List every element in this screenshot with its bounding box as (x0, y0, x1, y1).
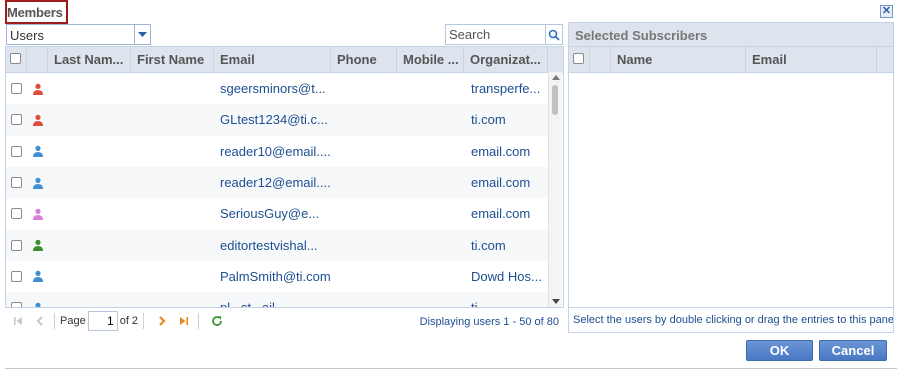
search-input[interactable] (445, 24, 546, 45)
column-header-spacer (548, 47, 563, 73)
ok-button[interactable]: OK (746, 340, 813, 361)
last-page-icon[interactable] (175, 312, 193, 330)
search-button[interactable] (546, 24, 563, 45)
dialog-bottom-border (5, 368, 897, 369)
row-organization: transperfe... (471, 81, 541, 97)
members-grid: Last Nam... First Name Email Phone Mobil… (5, 46, 564, 333)
row-checkbox-cell[interactable] (6, 208, 27, 220)
table-row[interactable]: reader10@email.... email.com (6, 136, 549, 167)
chevron-down-icon[interactable] (134, 25, 150, 44)
selected-subscribers-hint: Select the users by double clicking or d… (569, 307, 893, 332)
scroll-up-icon[interactable] (552, 75, 560, 80)
row-email: editortestvishal... (220, 237, 318, 253)
row-checkbox[interactable] (11, 239, 22, 251)
members-grid-body: sgeersminors@t... transperfe... GLtest1234… (6, 73, 549, 324)
table-row[interactable]: SeriousGuy@e... email.com (6, 198, 549, 229)
row-checkbox[interactable] (11, 270, 22, 282)
row-email: PalmSmith@ti.com (220, 268, 331, 284)
scroll-thumb[interactable] (552, 85, 558, 115)
selected-subscribers-title: Selected Subscribers (569, 23, 893, 47)
column-header-last-name[interactable]: Last Nam... (48, 47, 131, 73)
refresh-icon[interactable] (208, 312, 226, 330)
cancel-button[interactable]: Cancel (819, 340, 887, 361)
table-row[interactable]: GLtest1234@ti.c... ti.com (6, 104, 549, 136)
row-email: reader12@email.... (220, 175, 331, 191)
next-page-icon[interactable] (153, 312, 171, 330)
members-grid-header: Last Nam... First Name Email Phone Mobil… (6, 47, 563, 73)
row-checkbox[interactable] (11, 114, 22, 126)
grid-pager: Page of 2 Displaying users 1 - 50 of 80 (5, 307, 564, 333)
user-red-icon (27, 114, 49, 126)
user-type-select[interactable]: Users (6, 24, 151, 45)
close-button[interactable]: ✕ (880, 5, 893, 18)
pager-divider (54, 312, 55, 329)
page-number-input[interactable] (87, 310, 118, 331)
selected-column-header-name[interactable]: Name (611, 47, 746, 73)
user-green-icon (27, 239, 49, 252)
row-organization: Dowd Hos... (471, 268, 542, 284)
page-label: Page (60, 314, 86, 327)
column-header-phone[interactable]: Phone (331, 47, 397, 73)
user-type-select-value: Users (10, 28, 44, 43)
row-email: sgeersminors@t... (220, 81, 326, 97)
row-organization: email.com (471, 175, 531, 191)
row-organization: ti.com (471, 112, 506, 128)
user-red-icon (27, 83, 49, 95)
selected-column-header-email[interactable]: Email (746, 47, 877, 73)
column-header-first-name[interactable]: First Name (131, 47, 214, 73)
select-all-checkbox[interactable] (10, 53, 21, 64)
row-email: reader10@email.... (220, 143, 331, 159)
row-checkbox[interactable] (11, 145, 22, 157)
table-row[interactable]: editortestvishal... ti.com (6, 229, 549, 261)
column-header-organization[interactable]: Organizat... (464, 47, 548, 73)
row-checkbox[interactable] (11, 177, 22, 189)
row-checkbox-cell[interactable] (6, 270, 27, 282)
selected-subscribers-header: Name Email (569, 47, 893, 73)
type-column-header[interactable] (27, 47, 48, 73)
search-icon[interactable] (548, 29, 560, 41)
select-all-checkbox-cell[interactable] (6, 47, 27, 73)
pager-divider (143, 312, 145, 329)
page-count-label: of 2 (119, 314, 139, 327)
row-checkbox-cell[interactable] (6, 83, 27, 95)
row-email: SeriousGuy@e... (220, 206, 320, 222)
user-pink-icon (27, 208, 49, 220)
row-checkbox-cell[interactable] (6, 145, 27, 157)
row-organization: ti.com (471, 237, 506, 253)
row-checkbox-cell[interactable] (6, 239, 27, 251)
selected-column-header-spacer (877, 47, 893, 73)
dialog-title: Members (5, 0, 68, 24)
first-page-icon[interactable] (9, 312, 27, 330)
prev-page-icon[interactable] (31, 312, 49, 330)
selected-type-column-header (590, 47, 611, 73)
selected-subscribers-panel[interactable]: Selected Subscribers Name Email Select t… (568, 22, 894, 333)
column-header-mobile[interactable]: Mobile ... (397, 47, 464, 73)
table-row[interactable]: sgeersminors@t... transperfe... (6, 73, 549, 104)
row-email: GLtest1234@ti.c... (220, 112, 328, 128)
row-checkbox-cell[interactable] (6, 114, 27, 126)
user-blue-icon (27, 270, 49, 283)
column-header-email[interactable]: Email (214, 47, 331, 73)
pager-divider (198, 312, 200, 329)
row-checkbox-cell[interactable] (6, 177, 27, 189)
row-checkbox[interactable] (11, 208, 22, 220)
user-blue-icon (27, 177, 49, 189)
selected-select-all-checkbox-cell[interactable] (569, 47, 590, 73)
close-icon[interactable]: ✕ (882, 5, 891, 17)
row-checkbox[interactable] (11, 83, 22, 95)
user-blue-icon (27, 145, 49, 158)
row-organization: email.com (471, 206, 531, 222)
selected-select-all-checkbox[interactable] (573, 53, 584, 64)
table-row[interactable]: reader12@email.... email.com (6, 166, 549, 199)
grid-scrollbar[interactable] (548, 72, 562, 307)
scroll-down-icon[interactable] (552, 299, 560, 304)
table-row[interactable]: PalmSmith@ti.com Dowd Hos... (6, 261, 549, 292)
row-organization: email.com (471, 143, 531, 159)
pager-status: Displaying users 1 - 50 of 80 (419, 316, 559, 328)
